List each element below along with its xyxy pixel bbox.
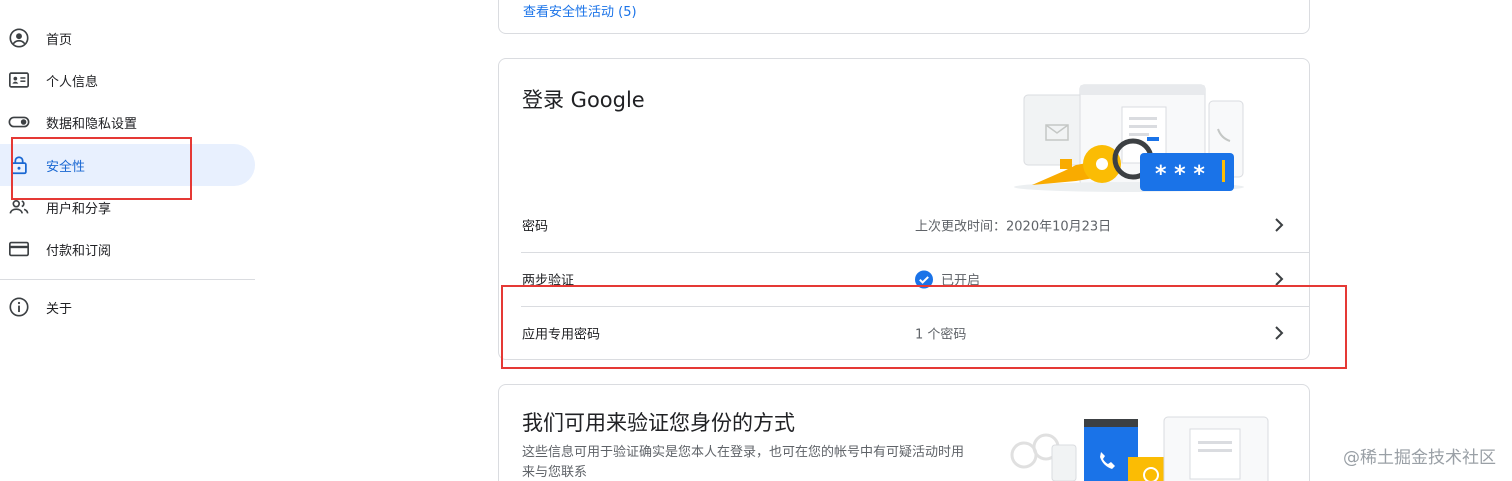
watermark: @稀土掘金技术社区 [1343,448,1496,468]
password-last-changed: 上次更改时间：2020年10月23日 [915,219,1112,235]
highlight-box-app-passwords [501,285,1347,369]
sidebar-item-about[interactable]: 关于 [0,286,255,328]
info-icon [8,296,30,318]
verify-identity-card: 我们可用来验证您身份的方式 这些信息可用于验证确实是您本人在登录，也可在您的帐号… [498,384,1310,481]
security-activity-card: 查看安全性活动 (5) [498,0,1310,34]
sidebar-divider [0,279,255,280]
password-row[interactable]: 密码 上次更改时间：2020年10月23日 [499,198,1309,252]
verify-card-description: 这些信息可用于验证确实是您本人在登录，也可在您的帐号中有可疑活动时用来与您联系 [522,445,965,480]
svg-text:* * *: * * * [1155,162,1205,187]
signin-card-title: 登录 Google [522,88,645,112]
sidebar-item-label: 首页 [46,32,73,48]
credit-card-icon [8,238,30,260]
sidebar-item-label: 用户和分享 [46,201,112,217]
verify-illustration [994,415,1274,481]
sidebar-item-personal-info[interactable]: 个人信息 [0,59,255,101]
chevron-right-icon [1275,218,1284,232]
sidebar-item-label: 数据和隐私设置 [46,116,138,132]
password-row-value: 上次更改时间：2020年10月23日 [915,216,1111,235]
verify-card-title: 我们可用来验证您身份的方式 [522,411,795,435]
highlight-box-security [11,137,192,200]
id-card-icon [8,69,30,91]
password-row-label: 密码 [522,219,549,235]
signin-illustration: * * * [1004,81,1254,196]
sidebar-item-payments[interactable]: 付款和订阅 [0,228,255,270]
sidebar-item-label: 付款和订阅 [46,243,112,259]
sidebar-item-label: 关于 [46,301,73,317]
sidebar-item-label: 个人信息 [46,74,99,90]
view-security-activity-link[interactable]: 查看安全性活动 (5) [523,1,637,20]
account-circle-icon [8,27,30,49]
toggle-icon [8,111,30,133]
sidebar-item-home[interactable]: 首页 [0,17,255,59]
